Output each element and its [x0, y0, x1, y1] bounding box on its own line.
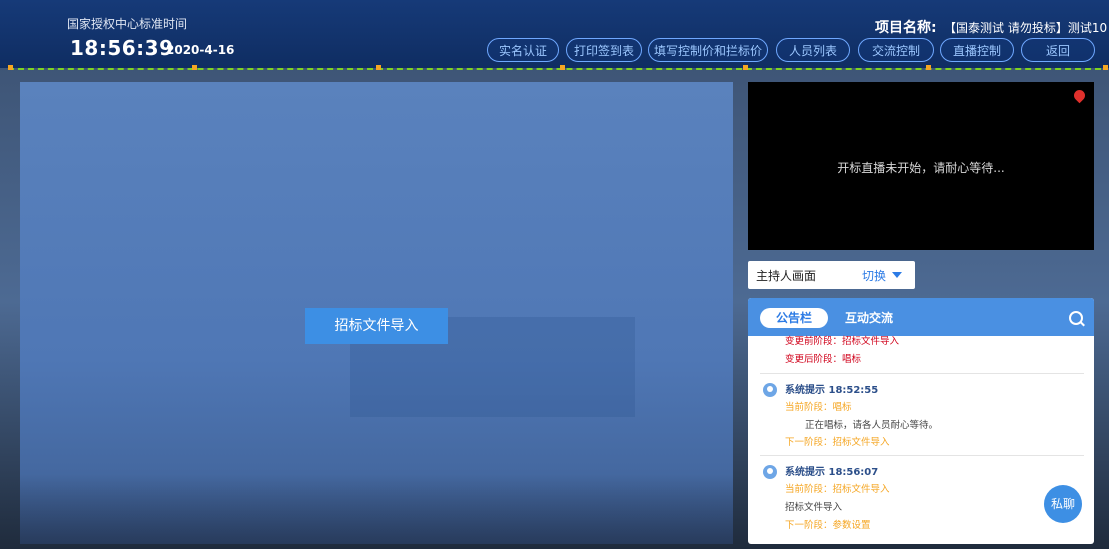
- import-tender-file-button[interactable]: 招标文件导入: [305, 308, 448, 344]
- system-message-title: 系统提示 18:52:55: [785, 385, 879, 396]
- project-label: 项目名称:: [875, 20, 937, 36]
- system-message-text: 正在唱标，请各人员耐心等待。: [805, 420, 939, 431]
- board-header: 公告栏 互动交流: [748, 298, 1094, 336]
- tab-notice[interactable]: 公告栏: [760, 308, 828, 328]
- current-stage: 当前阶段：招标文件导入: [785, 484, 890, 495]
- board-message-list: 变更前阶段：招标文件导入 变更后阶段：唱标 系统提示 18:52:55 当前阶段…: [748, 336, 1094, 544]
- system-message-title: 系统提示 18:56:07: [785, 467, 879, 478]
- next-stage: 下一阶段：招标文件导入: [785, 437, 890, 448]
- message-board: 公告栏 互动交流 变更前阶段：招标文件导入 变更后阶段：唱标 系统提示 18:5…: [748, 298, 1094, 544]
- current-stage: 当前阶段：唱标: [785, 402, 852, 413]
- divider-marker: [743, 65, 748, 70]
- host-view-selector[interactable]: 主持人画面 切换: [748, 261, 915, 289]
- divider-marker: [1103, 65, 1108, 70]
- search-icon[interactable]: [1069, 311, 1083, 325]
- personnel-list-button[interactable]: 人员列表: [776, 38, 850, 62]
- switch-view-button[interactable]: 切换: [862, 267, 886, 284]
- stage-floor: [20, 474, 733, 544]
- message-divider: [760, 373, 1084, 374]
- fill-control-price-button[interactable]: 填写控制价和拦标价: [648, 38, 768, 62]
- divider-marker: [192, 65, 197, 70]
- top-header: 国家授权中心标准时间 18:56:39 2020-4-16 项目名称: 【国泰测…: [0, 0, 1109, 68]
- stage-change-after: 变更后阶段：唱标: [785, 354, 862, 365]
- stage-change-before: 变更前阶段：招标文件导入: [785, 336, 900, 347]
- time-title: 国家授权中心标准时间: [67, 17, 188, 31]
- live-control-button[interactable]: 直播控制: [940, 38, 1014, 62]
- live-status-message: 开标直播未开始，请耐心等待...: [837, 161, 1005, 175]
- message-divider: [760, 455, 1084, 456]
- real-name-auth-button[interactable]: 实名认证: [487, 38, 559, 62]
- divider-marker: [376, 65, 381, 70]
- divider-marker: [560, 65, 565, 70]
- live-video-panel: 开标直播未开始，请耐心等待...: [748, 82, 1094, 250]
- system-avatar-icon: [763, 465, 777, 479]
- divider-marker: [926, 65, 931, 70]
- communication-control-button[interactable]: 交流控制: [858, 38, 934, 62]
- host-view-label: 主持人画面: [756, 269, 817, 283]
- project-name: 【国泰测试 请勿投标】测试10: [944, 21, 1108, 35]
- clock: 18:56:39: [70, 36, 174, 60]
- system-message-text: 招标文件导入: [785, 502, 843, 513]
- next-stage: 下一阶段：参数设置: [785, 520, 871, 531]
- location-pin-icon: [1071, 87, 1088, 104]
- private-chat-button[interactable]: 私聊: [1044, 485, 1082, 523]
- header-divider: [8, 68, 1101, 70]
- divider-marker: [8, 65, 13, 70]
- system-avatar-icon: [763, 383, 777, 397]
- date: 2020-4-16: [166, 43, 235, 57]
- back-button[interactable]: 返回: [1021, 38, 1095, 62]
- print-signin-button[interactable]: 打印签到表: [566, 38, 642, 62]
- tab-interaction[interactable]: 互动交流: [845, 309, 893, 326]
- caret-down-icon[interactable]: [892, 272, 902, 278]
